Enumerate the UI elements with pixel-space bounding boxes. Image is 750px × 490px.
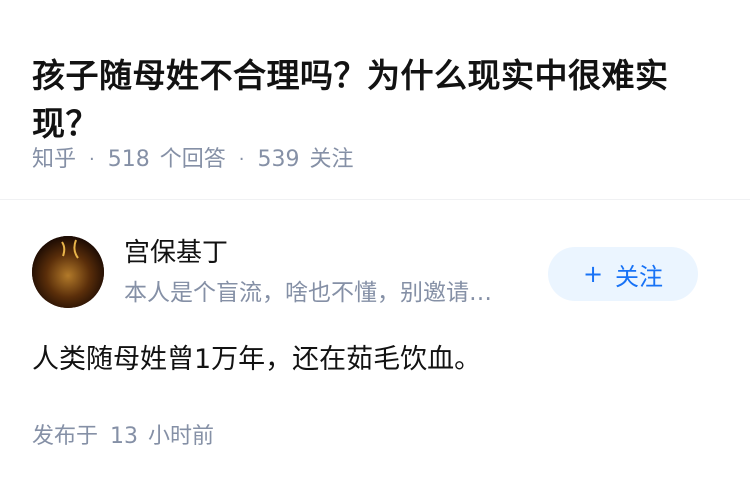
avatar[interactable] <box>32 236 104 308</box>
meta-separator: · <box>238 149 245 170</box>
publish-time-value: 13 <box>110 424 139 449</box>
question-title[interactable]: 孩子随母姓不合理吗？为什么现实中很难实现？ <box>32 52 722 148</box>
author-bio: 本人是个盲流，啥也不懂，别邀请… <box>124 280 492 306</box>
publish-prefix: 发布于 <box>32 424 99 449</box>
answer-count-label: 个回答 <box>159 147 226 172</box>
question-meta: 知乎 · 518 个回答 · 539 关注 <box>32 143 354 177</box>
answer-content[interactable]: 人类随母姓曾1万年，还在茹毛饮血。 <box>32 338 722 382</box>
meta-separator: · <box>89 149 95 170</box>
follower-count: 539 <box>257 147 300 172</box>
plus-icon: + <box>582 260 604 288</box>
publish-info: 发布于 13 小时前 <box>32 420 214 454</box>
divider <box>0 199 750 200</box>
follow-label: 关注 <box>615 262 664 291</box>
follower-count-label: 关注 <box>309 147 354 172</box>
answer-count: 518 <box>107 147 150 172</box>
follow-button[interactable]: + 关注 <box>548 247 698 301</box>
avatar-image <box>32 236 104 308</box>
author-name[interactable]: 宫保基丁 <box>124 234 228 272</box>
source-label[interactable]: 知乎 <box>32 143 76 177</box>
publish-time-unit: 小时前 <box>148 424 215 449</box>
